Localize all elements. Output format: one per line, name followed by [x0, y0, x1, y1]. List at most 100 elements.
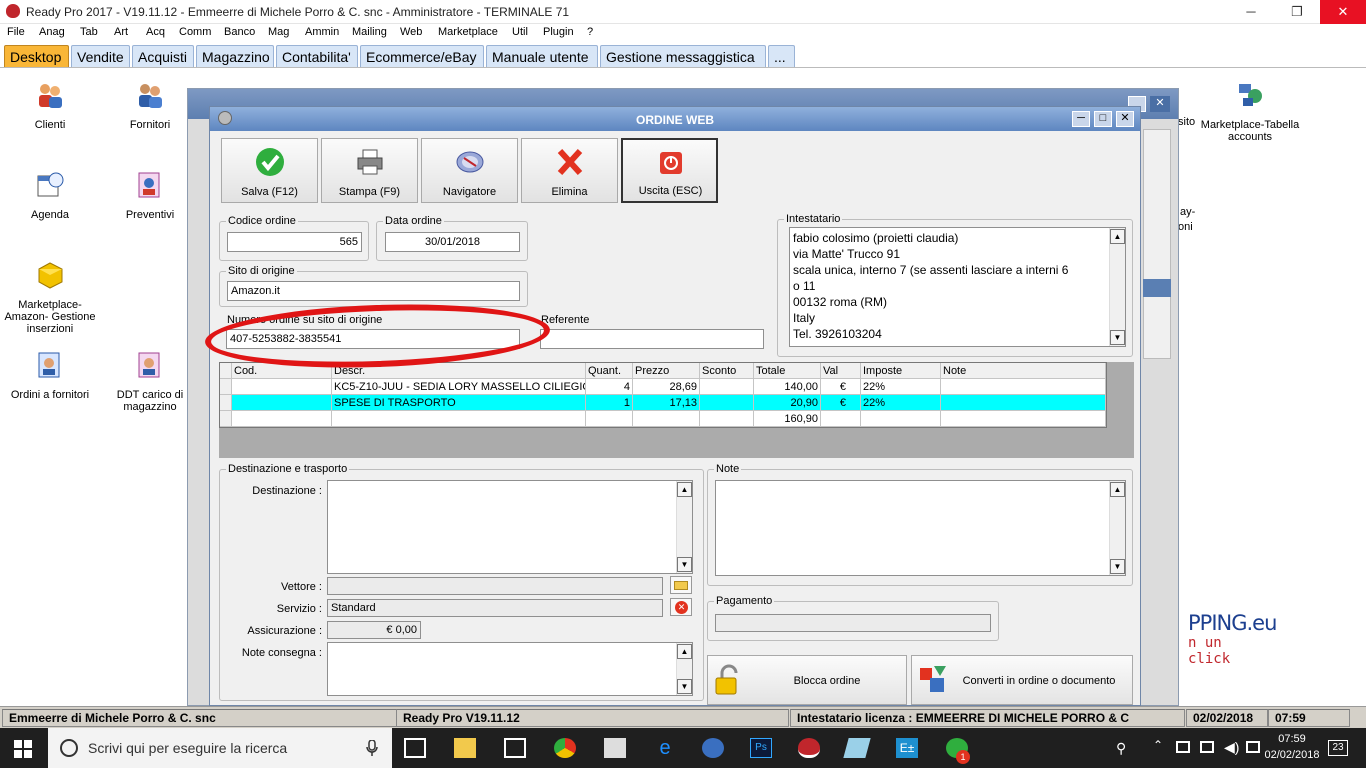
tab-vendite[interactable]: Vendite: [71, 45, 130, 67]
menu-acq[interactable]: Acq: [146, 26, 165, 38]
col-header-note[interactable]: Note: [941, 363, 1106, 379]
tab-ecommerce[interactable]: Ecommerce/eBay: [360, 45, 484, 67]
desktop-icon-ddt-carico[interactable]: DDT carico di magazzino: [100, 350, 200, 413]
menu-comm[interactable]: Comm: [179, 26, 211, 38]
scroll-up-icon[interactable]: ▲: [1110, 229, 1125, 244]
note-textarea[interactable]: ▲ ▼: [715, 480, 1126, 576]
desktop-icon-marketplace-amazon[interactable]: Marketplace-Amazon- Gestione inserzioni: [0, 260, 100, 335]
assicurazione-field[interactable]: € 0,00: [327, 621, 421, 639]
menu-util[interactable]: Util: [512, 26, 528, 38]
tab-messaggistica[interactable]: Gestione messaggistica: [600, 45, 766, 67]
task-view-icon[interactable]: [404, 738, 426, 758]
col-header-prezzo[interactable]: Prezzo: [633, 363, 700, 379]
desktop-icon-agenda[interactable]: Agenda: [0, 170, 100, 221]
scroll-up-icon[interactable]: ▲: [677, 482, 692, 497]
volume-icon[interactable]: ◀): [1224, 739, 1239, 756]
menu-ammin[interactable]: Ammin: [305, 26, 339, 38]
navigator-button[interactable]: Navigatore: [421, 138, 518, 203]
desktop-icon-fornitori[interactable]: Fornitori: [100, 80, 200, 131]
clock-time[interactable]: 07:59: [1262, 733, 1322, 745]
dialog-close-button[interactable]: ✕: [1116, 111, 1134, 127]
tab-more[interactable]: ...: [768, 45, 795, 67]
note-consegna-scrollbar[interactable]: ▲ ▼: [676, 643, 692, 695]
data-ordine-field[interactable]: 30/01/2018: [385, 232, 520, 252]
cell-quant[interactable]: 4: [586, 379, 633, 395]
scroll-down-icon[interactable]: ▼: [677, 557, 692, 572]
scroll-down-icon[interactable]: ▼: [1110, 330, 1125, 345]
taskbar-search-box[interactable]: Scrivi qui per eseguire la ricerca: [48, 728, 392, 768]
chrome-icon[interactable]: [554, 738, 576, 758]
thunderbird-icon[interactable]: [702, 738, 724, 758]
menu-plugin[interactable]: Plugin: [543, 26, 574, 38]
menu-banco[interactable]: Banco: [224, 26, 255, 38]
referente-field[interactable]: [540, 329, 764, 349]
menu-mag[interactable]: Mag: [268, 26, 289, 38]
background-window-close-button[interactable]: ✕: [1150, 96, 1170, 112]
menu-web[interactable]: Web: [400, 26, 422, 38]
col-header-sconto[interactable]: Sconto: [700, 363, 754, 379]
cell-note[interactable]: [941, 395, 1106, 411]
photoshop-icon[interactable]: Ps: [750, 738, 772, 758]
dialog-minimize-button[interactable]: ─: [1072, 111, 1090, 127]
scroll-down-icon[interactable]: ▼: [677, 679, 692, 694]
pagamento-field[interactable]: [715, 614, 991, 632]
cell-prezzo[interactable]: 28,69: [633, 379, 700, 395]
cell-totale[interactable]: 140,00: [754, 379, 821, 395]
tab-magazzino[interactable]: Magazzino: [196, 45, 274, 67]
cell-prezzo[interactable]: 17,13: [633, 395, 700, 411]
note-consegna-textarea[interactable]: ▲ ▼: [327, 642, 693, 696]
intestatario-scrollbar[interactable]: ▲ ▼: [1109, 228, 1125, 346]
save-button[interactable]: Salva (F12): [221, 138, 318, 203]
tab-manuale[interactable]: Manuale utente: [486, 45, 598, 67]
cell-val[interactable]: €: [821, 379, 861, 395]
row-indicator[interactable]: [220, 395, 232, 411]
sito-origine-field[interactable]: Amazon.it: [227, 281, 520, 301]
col-header-val[interactable]: Val: [821, 363, 861, 379]
menu-tab[interactable]: Tab: [80, 26, 98, 38]
vettore-field[interactable]: [327, 577, 663, 595]
chevron-up-icon[interactable]: ⌃: [1153, 738, 1163, 752]
col-header-imposte[interactable]: Imposte: [861, 363, 941, 379]
cell-imposte[interactable]: 22%: [861, 395, 941, 411]
intestatario-textarea[interactable]: fabio colosimo (proietti claudia) via Ma…: [789, 227, 1126, 347]
keyboard-icon[interactable]: [1246, 741, 1260, 753]
converti-button[interactable]: Converti in ordine o documento: [911, 655, 1133, 705]
display-icon[interactable]: [1200, 741, 1214, 753]
desktop-icon-ordini-fornitori[interactable]: Ordini a fornitori: [0, 350, 100, 401]
clock-date[interactable]: 02/02/2018: [1262, 749, 1322, 761]
menu-mailing[interactable]: Mailing: [352, 26, 387, 38]
cell-sconto[interactable]: [700, 379, 754, 395]
col-header-totale[interactable]: Totale: [754, 363, 821, 379]
cell-sconto[interactable]: [700, 395, 754, 411]
codice-ordine-field[interactable]: 565: [227, 232, 362, 252]
delete-button[interactable]: Elimina: [521, 138, 618, 203]
file-explorer-icon[interactable]: [454, 738, 476, 758]
cell-imposte[interactable]: 22%: [861, 379, 941, 395]
blocca-ordine-button[interactable]: Blocca ordine: [707, 655, 907, 705]
tab-desktop[interactable]: Desktop: [4, 45, 69, 67]
desktop-icon-marketplace-accounts[interactable]: Marketplace-Tabella accounts: [1200, 80, 1300, 143]
store-icon[interactable]: [504, 738, 526, 758]
row-indicator[interactable]: [220, 379, 232, 395]
readypro-strawberry-icon[interactable]: [798, 738, 820, 758]
desktop-icon-clienti[interactable]: Clienti: [0, 80, 100, 131]
close-button[interactable]: ✕: [1320, 0, 1366, 24]
cell-cod[interactable]: [232, 395, 332, 411]
cell-descr[interactable]: SPESE DI TRASPORTO: [332, 395, 586, 411]
desktop-icon-preventivi[interactable]: Preventivi: [100, 170, 200, 221]
notepad-icon[interactable]: [843, 738, 871, 758]
col-header-quant[interactable]: Quant.: [586, 363, 633, 379]
print-button[interactable]: Stampa (F9): [321, 138, 418, 203]
windows-start-icon[interactable]: [14, 740, 32, 758]
menu-file[interactable]: File: [7, 26, 25, 38]
tab-contabilita[interactable]: Contabilita': [276, 45, 358, 67]
minimize-button[interactable]: ─: [1228, 0, 1274, 24]
notifications-icon[interactable]: 23: [1328, 740, 1348, 756]
calculator-icon[interactable]: [604, 738, 626, 758]
cell-totale[interactable]: 20,90: [754, 395, 821, 411]
cell-descr[interactable]: KC5-Z10-JUU - SEDIA LORY MASSELLO CILIEG…: [332, 379, 586, 395]
servizio-field[interactable]: Standard: [327, 599, 663, 617]
folder-icon[interactable]: [670, 576, 692, 594]
microphone-icon[interactable]: [366, 740, 378, 756]
tab-acquisti[interactable]: Acquisti: [132, 45, 194, 67]
